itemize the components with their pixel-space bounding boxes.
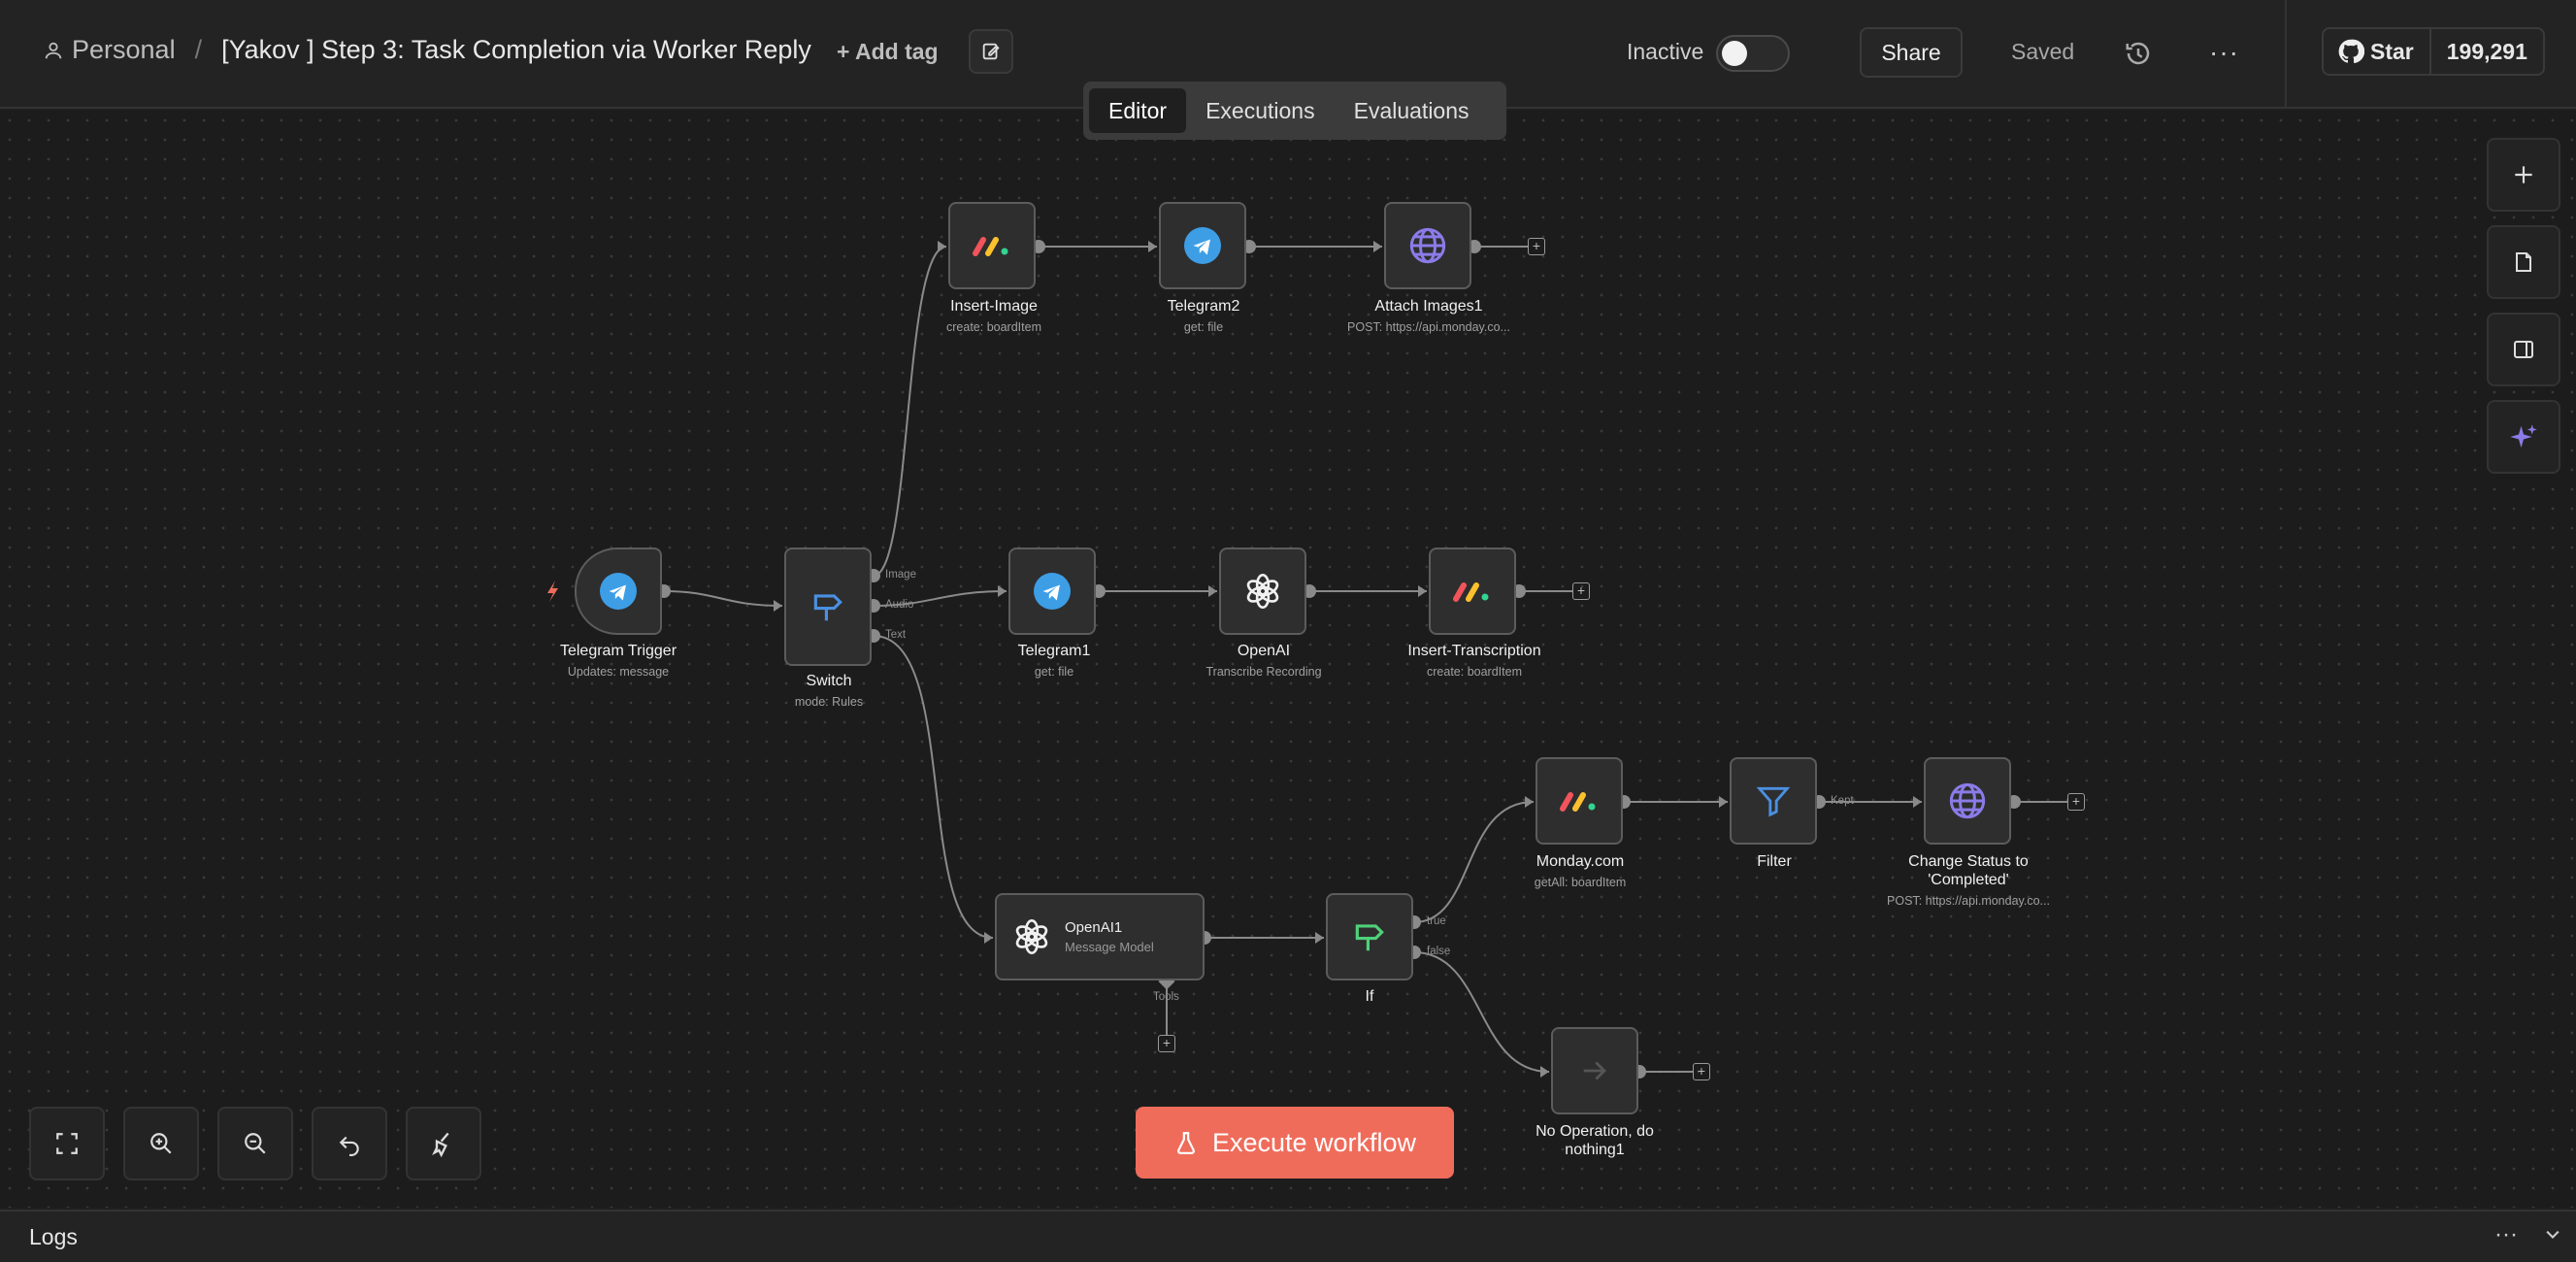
openai-icon: [1246, 574, 1279, 609]
add-node-panel-button[interactable]: [2487, 138, 2560, 212]
node-subtitle: get: file: [1183, 320, 1224, 334]
sticky-note-button[interactable]: [2487, 225, 2560, 299]
node-subtitle: create: boardItem: [946, 320, 1041, 334]
add-node-button[interactable]: +: [2067, 793, 2085, 811]
node-subtitle: Message Model: [1065, 940, 1154, 954]
telegram-icon: [1184, 227, 1221, 264]
telegram-icon: [1034, 573, 1071, 610]
node-insert-transcription[interactable]: [1429, 548, 1516, 635]
node-label: Attach Images1: [1374, 298, 1483, 315]
undo-button[interactable]: [312, 1107, 387, 1180]
node-label: Filter: [1757, 853, 1792, 870]
add-node-button[interactable]: +: [1528, 238, 1545, 255]
node-telegram1[interactable]: [1008, 548, 1096, 635]
node-label: If: [1365, 988, 1374, 1005]
node-if[interactable]: [1326, 893, 1413, 980]
port-label: Audio: [885, 599, 914, 611]
node-switch[interactable]: [784, 548, 872, 666]
sticky-note-icon: [2516, 252, 2531, 272]
arrow-right-icon: [1583, 1061, 1606, 1080]
node-no-operation[interactable]: [1551, 1027, 1638, 1114]
node-subtitle: mode: Rules: [794, 695, 864, 709]
node-subtitle: POST: https://api.monday.co...: [1887, 894, 2050, 908]
port-label: Image: [885, 569, 916, 581]
add-tool-button[interactable]: +: [1158, 1035, 1175, 1052]
chevron-down-icon[interactable]: [2543, 1225, 2562, 1245]
node-telegram2[interactable]: [1159, 202, 1246, 289]
switch-icon: [813, 594, 842, 621]
node-label: OpenAI: [1237, 643, 1291, 659]
port-label: true: [1427, 915, 1446, 927]
monday-icon: [1453, 582, 1489, 602]
tidy-up-button[interactable]: [406, 1107, 481, 1180]
node-label: Telegram Trigger: [559, 643, 677, 659]
add-node-button[interactable]: +: [1572, 582, 1590, 600]
view-tabs: Editor Executions Evaluations: [1083, 82, 1506, 140]
trigger-bolt-icon: [547, 581, 558, 602]
logs-title: Logs: [29, 1224, 78, 1249]
node-subtitle: create: boardItem: [1427, 665, 1522, 679]
sparkles-icon: [2510, 424, 2537, 448]
plus-icon: [2515, 166, 2532, 183]
node-subtitle: Transcribe Recording: [1205, 665, 1322, 679]
connection-switch-insert-image: [873, 246, 947, 577]
node-label: Telegram1: [1017, 643, 1091, 659]
tab-executions[interactable]: Executions: [1186, 88, 1335, 133]
openai-icon: [1015, 919, 1048, 954]
node-monday-com[interactable]: [1536, 757, 1623, 845]
panel-icon: [2514, 341, 2533, 358]
filter-icon: [1756, 786, 1791, 817]
node-label: Insert-Image: [950, 298, 1038, 315]
port-label: false: [1427, 946, 1451, 957]
execute-workflow-label: Execute workflow: [1211, 1127, 1417, 1157]
zoom-out-button[interactable]: [217, 1107, 293, 1180]
node-openai[interactable]: [1219, 548, 1306, 635]
node-attach-images1[interactable]: [1384, 202, 1471, 289]
node-openai1[interactable]: OpenAI1 Message Model: [995, 893, 1205, 980]
add-node-button[interactable]: +: [1693, 1063, 1710, 1080]
node-label: Insert-Transcription: [1407, 643, 1541, 659]
port-label: Text: [885, 629, 907, 641]
tab-editor[interactable]: Editor: [1089, 88, 1187, 133]
globe-icon: [1409, 227, 1446, 264]
node-label: Telegram2: [1167, 298, 1240, 315]
if-icon: [1355, 924, 1384, 951]
telegram-icon: [600, 573, 637, 610]
monday-icon: [973, 237, 1008, 256]
node-insert-image[interactable]: [948, 202, 1036, 289]
node-telegram-trigger[interactable]: [575, 548, 662, 635]
node-subtitle: Updates: message: [567, 665, 670, 679]
node-change-status[interactable]: [1924, 757, 2011, 845]
node-label: Switch: [806, 673, 852, 689]
node-label: Change Status to 'Completed': [1908, 853, 2029, 888]
execute-workflow-button[interactable]: Execute workflow: [1136, 1107, 1454, 1179]
node-label: OpenAI1: [1065, 919, 1123, 936]
connection-if-noop: [1413, 951, 1550, 1073]
node-text: OpenAI1 Message Model: [1051, 919, 1154, 954]
ai-assistant-button[interactable]: [2487, 400, 2560, 474]
logs-more-button[interactable]: ···: [2494, 1221, 2518, 1248]
node-subtitle: get: file: [1034, 665, 1074, 679]
globe-icon: [1949, 782, 1986, 819]
node-filter[interactable]: [1730, 757, 1817, 845]
fit-view-icon: [56, 1133, 78, 1154]
zoom-in-button[interactable]: [123, 1107, 199, 1180]
node-subtitle: POST: https://api.monday.co...: [1347, 320, 1510, 334]
node-label: No Operation, do nothing1: [1536, 1123, 1654, 1158]
zoom-out-icon: [245, 1133, 266, 1154]
node-subtitle: getAll: boardItem: [1534, 876, 1627, 889]
monday-icon: [1560, 792, 1596, 812]
zoom-in-icon: [150, 1133, 172, 1154]
fit-view-button[interactable]: [29, 1107, 105, 1180]
flask-icon: [1177, 1132, 1195, 1154]
toggle-panel-button[interactable]: [2487, 313, 2560, 386]
logs-panel[interactable]: Logs ···: [0, 1210, 2576, 1262]
connection-trigger-switch: [663, 590, 783, 607]
undo-icon: [339, 1136, 359, 1156]
port-label: Tools: [1153, 991, 1179, 1003]
port-label: Kept: [1831, 795, 1854, 807]
broom-icon: [432, 1132, 449, 1157]
tab-evaluations[interactable]: Evaluations: [1335, 88, 1489, 133]
